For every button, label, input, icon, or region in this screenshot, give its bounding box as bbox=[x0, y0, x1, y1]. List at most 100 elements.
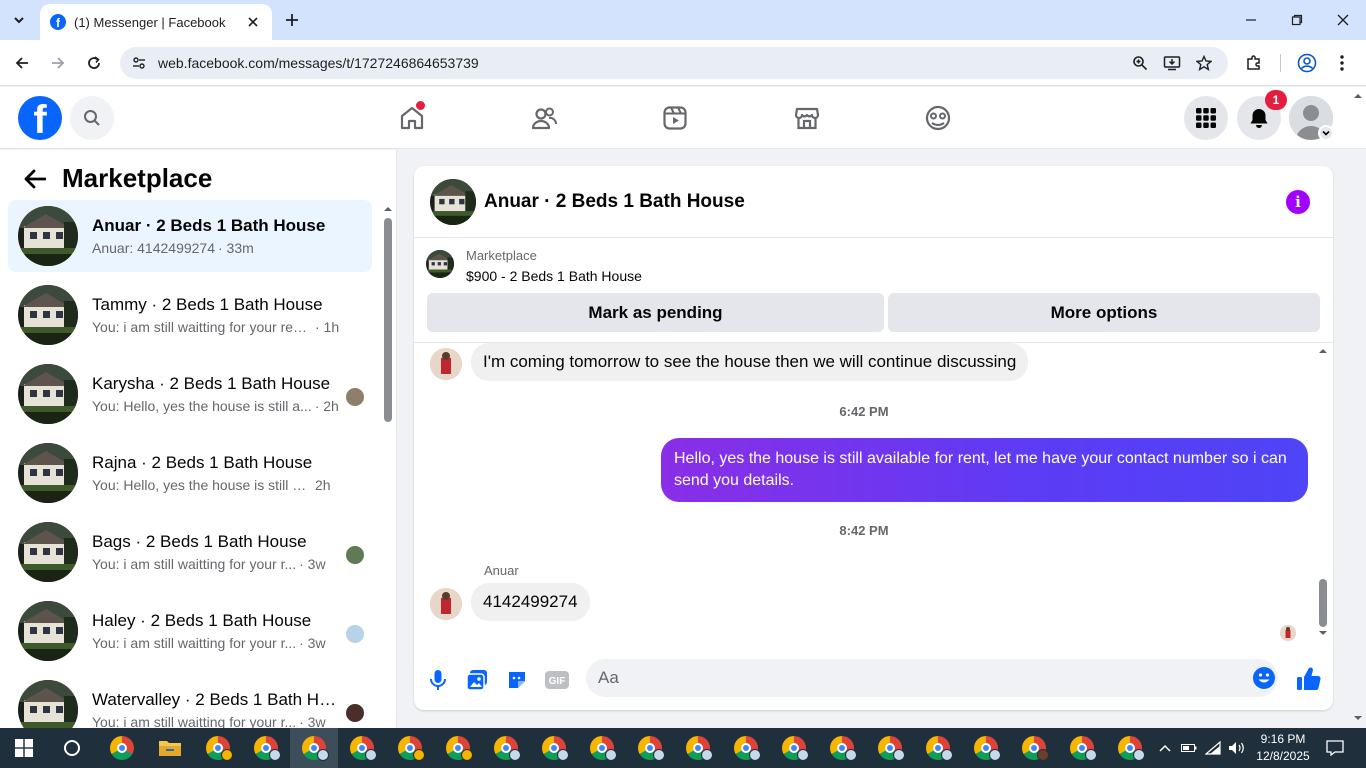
show-hidden-icons-button[interactable] bbox=[1154, 728, 1176, 768]
taskbar-chrome-profile[interactable] bbox=[722, 728, 770, 768]
conversation-item[interactable]: Watervalley · 2 Beds 1 Bath Ho... You: i… bbox=[8, 674, 372, 728]
toolbar-divider bbox=[1280, 54, 1281, 72]
taskbar-chrome-profile[interactable] bbox=[242, 728, 290, 768]
tab-title: (1) Messenger | Facebook bbox=[74, 14, 226, 30]
voice-clip-button[interactable] bbox=[423, 665, 453, 695]
cortana-search-button[interactable] bbox=[48, 728, 96, 768]
menu-grid-button[interactable] bbox=[1184, 96, 1228, 140]
taskbar-chrome-profile[interactable] bbox=[578, 728, 626, 768]
action-center-button[interactable] bbox=[1320, 728, 1350, 768]
taskbar-chrome-profile[interactable] bbox=[1058, 728, 1106, 768]
reload-button[interactable] bbox=[80, 49, 108, 77]
tab-search-button[interactable] bbox=[4, 6, 34, 34]
profile-badge bbox=[413, 749, 425, 761]
taskbar-chrome-profile[interactable] bbox=[194, 728, 242, 768]
conversation-item[interactable]: Rajna · 2 Beds 1 Bath House You: Hello, … bbox=[8, 437, 372, 509]
more-options-button[interactable]: More options bbox=[888, 293, 1320, 332]
scroll-down-arrow-icon[interactable] bbox=[1318, 628, 1328, 638]
house-avatar-icon[interactable] bbox=[430, 179, 476, 225]
tab-close-button[interactable] bbox=[244, 13, 262, 31]
taskbar-chrome-profile[interactable] bbox=[818, 728, 866, 768]
chat-scrollbar-thumb[interactable] bbox=[1319, 579, 1327, 627]
nav-marketplace[interactable] bbox=[784, 95, 830, 141]
taskbar-chrome-profile[interactable] bbox=[914, 728, 962, 768]
conversation-item[interactable]: Tammy · 2 Beds 1 Bath House You: i am st… bbox=[8, 279, 372, 351]
volume-tray-icon[interactable] bbox=[1226, 728, 1248, 768]
scroll-up-arrow-icon[interactable] bbox=[1318, 346, 1328, 356]
taskbar-chrome-profile[interactable] bbox=[1106, 728, 1154, 768]
install-app-icon[interactable] bbox=[1162, 53, 1182, 73]
profile-badge bbox=[365, 749, 377, 761]
chrome-menu-button[interactable] bbox=[1328, 49, 1356, 77]
back-button[interactable] bbox=[8, 49, 36, 77]
facebook-search-button[interactable] bbox=[70, 96, 114, 140]
scroll-up-arrow-icon[interactable] bbox=[1353, 91, 1363, 101]
message-bubble-incoming[interactable]: I'm coming tomorrow to see the house the… bbox=[471, 343, 1029, 381]
kebab-menu-icon bbox=[1340, 55, 1344, 71]
site-settings-icon[interactable] bbox=[124, 48, 154, 78]
message-timestamp: 8:42 PM bbox=[839, 523, 889, 538]
arrow-right-icon bbox=[52, 57, 65, 69]
battery-icon bbox=[1181, 744, 1197, 752]
conversation-item[interactable]: Karysha · 2 Beds 1 Bath House You: Hello… bbox=[8, 358, 372, 430]
zoom-icon[interactable] bbox=[1130, 53, 1150, 73]
network-tray-icon[interactable] bbox=[1202, 728, 1224, 768]
profile-badge bbox=[1133, 749, 1145, 761]
nav-gaming[interactable] bbox=[915, 95, 961, 141]
message-bubble-outgoing[interactable]: Hello, yes the house is still available … bbox=[661, 438, 1308, 502]
send-like-button[interactable] bbox=[1294, 664, 1324, 694]
nav-video[interactable] bbox=[652, 95, 698, 141]
scroll-down-arrow-icon[interactable] bbox=[1353, 713, 1363, 723]
conversation-item[interactable]: Bags · 2 Beds 1 Bath House You: i am sti… bbox=[8, 516, 372, 588]
browser-tab[interactable]: f (1) Messenger | Facebook bbox=[40, 4, 272, 40]
emoji-button[interactable] bbox=[1252, 666, 1276, 690]
battery-tray-icon[interactable] bbox=[1178, 728, 1200, 768]
attach-photo-button[interactable] bbox=[462, 665, 492, 695]
system-clock[interactable]: 9:16 PM 12/8/2025 bbox=[1256, 731, 1310, 765]
taskbar-chrome-profile-active[interactable] bbox=[290, 728, 338, 768]
profile-badge bbox=[701, 749, 713, 761]
new-tab-button[interactable] bbox=[280, 8, 304, 32]
taskbar-chrome-profile[interactable] bbox=[866, 728, 914, 768]
chat-title[interactable]: Anuar · 2 Beds 1 Bath House bbox=[484, 191, 745, 213]
start-button[interactable] bbox=[0, 728, 48, 768]
minimize-button[interactable] bbox=[1228, 0, 1274, 40]
sender-avatar bbox=[430, 348, 462, 380]
taskbar-chrome-profile[interactable] bbox=[338, 728, 386, 768]
bookmark-star-icon[interactable] bbox=[1194, 53, 1214, 73]
taskbar-chrome[interactable] bbox=[98, 728, 146, 768]
taskbar-chrome-profile[interactable] bbox=[1010, 728, 1058, 768]
restore-button[interactable] bbox=[1274, 0, 1320, 40]
nav-home[interactable] bbox=[389, 95, 435, 141]
taskbar-chrome-profile[interactable] bbox=[962, 728, 1010, 768]
account-chevron[interactable] bbox=[1318, 125, 1334, 141]
nav-friends[interactable] bbox=[521, 95, 567, 141]
sidebar-back-button[interactable] bbox=[18, 162, 52, 196]
taskbar-chrome-profile[interactable] bbox=[434, 728, 482, 768]
message-input[interactable] bbox=[586, 659, 1278, 697]
extensions-button[interactable] bbox=[1240, 49, 1268, 77]
marketplace-listing-row[interactable]: Marketplace $900 - 2 Beds 1 Bath House bbox=[414, 238, 1333, 290]
message-bubble-incoming[interactable]: 4142499274 bbox=[471, 583, 590, 621]
taskbar-file-explorer[interactable] bbox=[146, 728, 194, 768]
conversation-info-icon[interactable]: i bbox=[1286, 190, 1310, 214]
taskbar-chrome-profile[interactable] bbox=[626, 728, 674, 768]
mark-as-pending-button[interactable]: Mark as pending bbox=[427, 293, 884, 332]
forward-button[interactable] bbox=[44, 49, 72, 77]
friends-icon bbox=[531, 107, 558, 130]
gif-button[interactable]: GIF bbox=[542, 665, 572, 695]
taskbar-chrome-profile[interactable] bbox=[530, 728, 578, 768]
facebook-logo[interactable]: f bbox=[18, 96, 62, 140]
taskbar-chrome-profile[interactable] bbox=[386, 728, 434, 768]
conversation-item[interactable]: Anuar · 2 Beds 1 Bath House Anuar: 41424… bbox=[8, 200, 372, 272]
profile-button[interactable] bbox=[1293, 49, 1321, 77]
taskbar-chrome-profile[interactable] bbox=[674, 728, 722, 768]
close-window-button[interactable] bbox=[1320, 0, 1366, 40]
taskbar-chrome-profile[interactable] bbox=[770, 728, 818, 768]
sticker-button[interactable] bbox=[502, 665, 532, 695]
taskbar-chrome-profile[interactable] bbox=[482, 728, 530, 768]
sidebar-scrollbar-thumb[interactable] bbox=[384, 218, 392, 422]
scroll-up-arrow-icon[interactable] bbox=[383, 204, 393, 214]
address-bar[interactable]: web.facebook.com/messages/t/172724686465… bbox=[120, 47, 1228, 79]
conversation-item[interactable]: Haley · 2 Beds 1 Bath House You: i am st… bbox=[8, 595, 372, 667]
